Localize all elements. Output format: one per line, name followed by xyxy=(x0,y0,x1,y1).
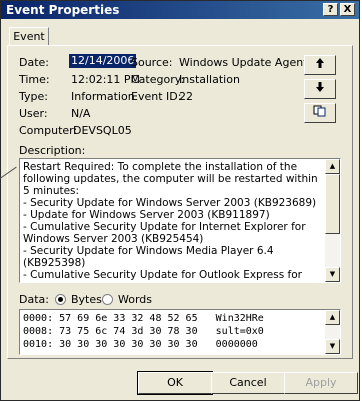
bytes-label: Bytes xyxy=(71,293,102,306)
hex-row: 0010: 30 30 30 30 30 30 30 30 0000000 xyxy=(23,339,258,350)
words-radio[interactable] xyxy=(102,294,113,305)
type-label: Type: xyxy=(19,90,48,103)
event-properties-window: Event Properties ? X Event Date: 12/14/2… xyxy=(0,0,360,401)
scroll-up-button[interactable]: ▲ xyxy=(325,159,340,174)
data-scroll-up-button[interactable]: ▲ xyxy=(325,310,340,325)
window-title: Event Properties xyxy=(6,3,120,17)
help-button[interactable]: ? xyxy=(323,3,338,16)
scroll-down-button[interactable]: ▼ xyxy=(325,267,340,282)
description-box[interactable]: Restart Required: To complete the instal… xyxy=(19,158,341,283)
scroll-thumb[interactable] xyxy=(325,174,340,234)
data-scrollbar[interactable]: ▲ ▼ xyxy=(325,310,340,354)
apply-button[interactable]: Apply xyxy=(284,372,358,394)
data-hex-box[interactable]: 0000: 57 69 6e 33 32 48 52 65 Win32HRe 0… xyxy=(19,309,341,355)
description-scrollbar[interactable]: ▲ ▼ xyxy=(325,159,340,282)
bytes-radio[interactable] xyxy=(55,294,66,305)
event-id-label: Event ID: xyxy=(131,90,182,103)
source-value: Windows Update Agent xyxy=(179,56,308,69)
ok-button[interactable]: OK xyxy=(137,371,213,395)
data-scroll-down-button[interactable]: ▼ xyxy=(325,339,340,354)
data-label: Data: xyxy=(19,293,49,306)
copy-icon xyxy=(313,105,326,117)
user-value: N/A xyxy=(71,107,91,120)
previous-event-button[interactable] xyxy=(304,55,336,75)
close-button[interactable]: X xyxy=(340,3,355,16)
source-label: Source: xyxy=(131,56,173,69)
tab-event[interactable]: Event xyxy=(9,27,49,45)
arrow-down-icon xyxy=(316,82,324,92)
next-event-button[interactable] xyxy=(304,79,336,99)
user-label: User: xyxy=(19,107,48,120)
time-value: 12:02:11 PM xyxy=(71,73,141,86)
arrow-up-icon xyxy=(316,58,324,68)
time-label: Time: xyxy=(19,73,50,86)
computer-value: DEVSQL05 xyxy=(73,124,132,137)
hex-row: 0008: 73 75 6c 74 3d 30 78 30 sult=0x0 xyxy=(23,326,264,337)
category-label: Category: xyxy=(131,73,185,86)
computer-label: Computer: xyxy=(19,124,78,137)
description-label: Description: xyxy=(19,144,86,157)
category-value: Installation xyxy=(179,73,240,86)
title-bar: Event Properties ? X xyxy=(1,1,359,19)
type-value: Information xyxy=(71,90,135,103)
cancel-button[interactable]: Cancel xyxy=(211,372,285,394)
hex-row: 0000: 57 69 6e 33 32 48 52 65 Win32HRe xyxy=(23,313,264,324)
event-id-value: 22 xyxy=(179,90,193,103)
date-label: Date: xyxy=(19,56,49,69)
copy-event-button[interactable] xyxy=(304,103,336,123)
description-text: Restart Required: To complete the instal… xyxy=(23,161,318,282)
words-label: Words xyxy=(118,293,153,306)
date-value[interactable]: 12/14/2006 xyxy=(69,54,137,68)
